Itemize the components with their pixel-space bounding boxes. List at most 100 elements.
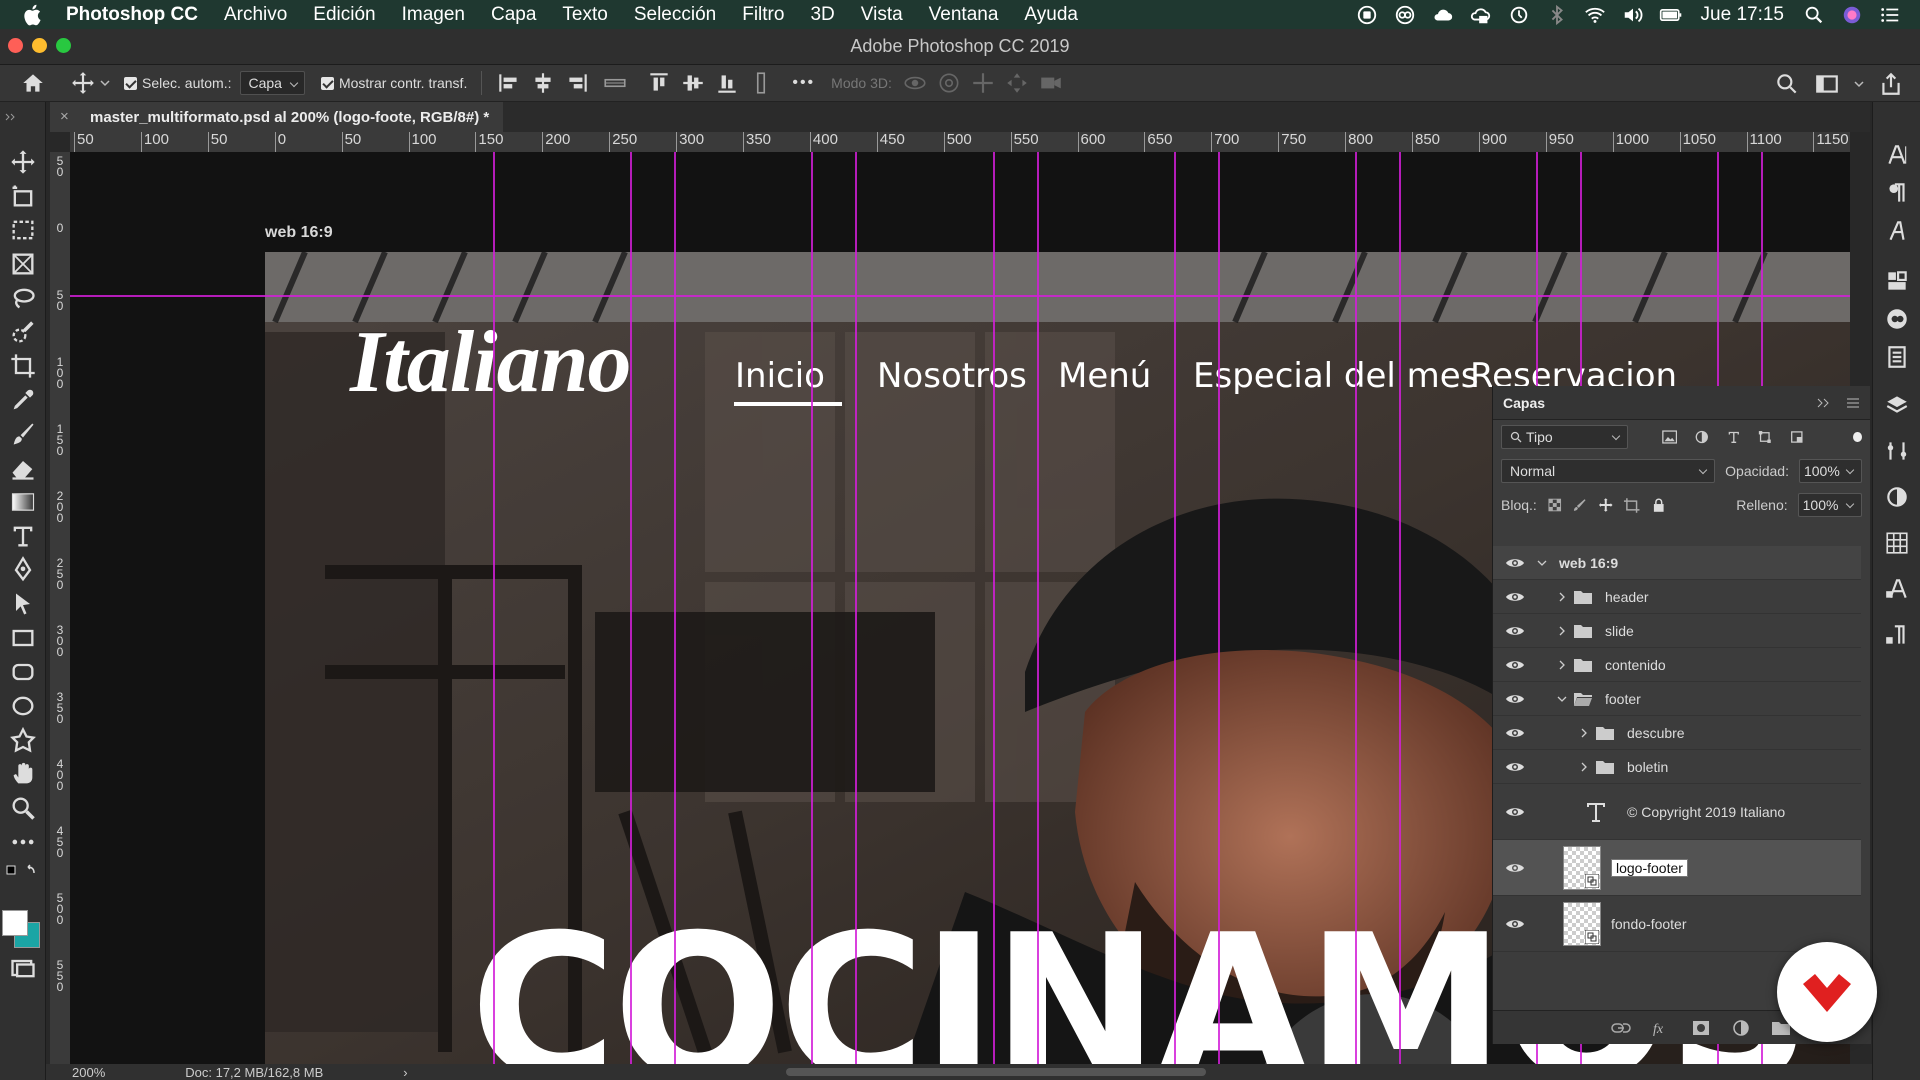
horizontal-ruler[interactable]: 50 100 50 0 50 100 150 200 250 300 350 400 450 500 550… [70,132,1850,152]
menu-seleccion[interactable]: Selección [634,4,716,26]
menu-capa[interactable]: Capa [491,4,536,26]
wifi-icon[interactable] [1583,4,1607,26]
home-icon[interactable] [20,70,46,96]
workspace-icon[interactable] [1814,71,1840,97]
minimize-window-button[interactable] [32,38,47,53]
lock-position-icon[interactable] [1598,497,1614,513]
filter-smart-object-icon[interactable] [1790,429,1804,445]
menu-imagen[interactable]: Imagen [402,4,465,26]
align-left-icon[interactable] [496,70,522,96]
layers-panel-icon[interactable] [1884,392,1910,418]
zoom-level[interactable]: 200% [72,1065,105,1080]
visibility-eye-icon[interactable] [1505,556,1525,570]
menu-clock[interactable]: Jue 17:15 [1701,4,1784,26]
layer-row-descubre[interactable]: descubre [1493,716,1861,750]
checkbox-checked-icon[interactable] [320,76,334,90]
blend-mode-dropdown[interactable]: Normal [1501,459,1716,483]
marquee-tool-icon[interactable] [9,216,37,244]
move-tool-icon[interactable] [70,70,96,96]
align-bottom-icon[interactable] [714,70,740,96]
document-tab[interactable]: × master_multiformato.psd al 200% (logo-… [50,102,504,132]
layer-name[interactable]: fondo-footer [1611,916,1687,932]
layer-name[interactable]: header [1605,589,1649,605]
bluetooth-icon[interactable] [1545,4,1569,26]
align-middle-v-icon[interactable] [680,70,706,96]
chevron-right-icon[interactable] [1579,728,1589,738]
visibility-eye-icon[interactable] [1505,624,1525,638]
horizontal-guide[interactable] [70,295,1850,297]
gradient-tool-icon[interactable] [9,488,37,516]
layer-row-slide[interactable]: slide [1493,614,1861,648]
menu-edicion[interactable]: Edición [313,4,375,26]
auto-select-checkbox[interactable]: Selec. autom.: [124,75,232,91]
visibility-eye-icon[interactable] [1505,590,1525,604]
fx-icon[interactable]: fx [1651,1019,1671,1037]
brush-tool-icon[interactable] [9,420,37,448]
chevron-right-icon[interactable] [1557,626,1567,636]
character-styles-icon[interactable] [1884,576,1910,602]
layer-name[interactable]: slide [1605,623,1634,639]
panel-menu-icon[interactable] [1846,398,1860,408]
vertical-guide[interactable] [493,152,495,1064]
spotlight-search-icon[interactable] [1802,4,1826,26]
roll-3d-icon[interactable] [936,70,962,96]
menu-filtro[interactable]: Filtro [742,4,784,26]
crop-tool-icon[interactable] [9,352,37,380]
lasso-tool-icon[interactable] [9,284,37,312]
layers-panel-title[interactable]: Capas [1503,395,1545,411]
layer-row-header[interactable]: header [1493,580,1861,614]
doc-size[interactable]: Doc: 17,2 MB/162,8 MB [185,1065,323,1080]
menu-3d[interactable]: 3D [810,4,834,26]
libraries-panel-icon[interactable] [1884,268,1910,294]
chevron-down-icon[interactable] [1557,694,1567,704]
layer-name[interactable]: footer [1605,691,1641,707]
menu-archivo[interactable]: Archivo [224,4,287,26]
share-icon[interactable] [1878,71,1904,97]
history-panel-icon[interactable] [1884,344,1910,370]
lock-transparency-icon[interactable] [1547,497,1563,513]
adjustment-icon[interactable] [1731,1019,1751,1037]
move-tool-icon[interactable] [9,148,37,176]
align-top-icon[interactable] [646,70,672,96]
layer-filter-dropdown[interactable]: Tipo [1501,425,1628,449]
vertical-guide[interactable] [855,152,857,1064]
distribute-v-icon[interactable] [748,70,774,96]
battery-icon[interactable] [1659,4,1683,26]
artboard-tool-icon[interactable] [9,182,37,210]
quick-selection-tool-icon[interactable] [9,318,37,346]
glyphs-panel-icon[interactable] [1884,218,1910,244]
chevron-down-icon[interactable] [1854,79,1864,89]
layer-thumbnail[interactable] [1563,845,1601,890]
lock-all-icon[interactable] [1651,497,1667,513]
lock-artboard-icon[interactable] [1623,497,1640,513]
zoom-window-button[interactable] [56,38,71,53]
visibility-eye-icon[interactable] [1505,805,1525,819]
default-colors-icon[interactable] [6,864,38,880]
rectangle-tool-icon[interactable] [9,624,37,652]
auto-select-dropdown[interactable]: Capa [239,71,305,95]
notification-center-icon[interactable] [1878,4,1902,26]
pen-tool-icon[interactable] [9,556,37,584]
lock-pixels-icon[interactable] [1572,497,1588,513]
swatches-panel-icon[interactable] [1884,530,1910,556]
camera-3d-icon[interactable] [1038,70,1064,96]
filter-toggle[interactable] [1853,432,1862,442]
show-transform-checkbox[interactable]: Mostrar contr. transf. [320,75,467,91]
path-selection-tool-icon[interactable] [9,590,37,618]
align-center-h-icon[interactable] [530,70,556,96]
vertical-guide[interactable] [993,152,995,1064]
cloud-icon[interactable] [1431,4,1455,26]
layer-name[interactable]: web 16:9 [1559,555,1618,571]
collapse-panel-icon[interactable] [4,112,18,122]
vertical-guide[interactable] [1174,152,1176,1064]
chevron-down-icon[interactable] [1537,558,1547,568]
menu-ayuda[interactable]: Ayuda [1024,4,1078,26]
layer-row-contenido[interactable]: contenido [1493,648,1861,682]
edit-toolbar-icon[interactable] [9,828,37,856]
search-icon[interactable] [1774,71,1800,97]
menu-texto[interactable]: Texto [562,4,607,26]
apple-icon[interactable] [20,2,46,28]
rounded-rectangle-tool-icon[interactable] [9,658,37,686]
record-icon[interactable] [1355,4,1379,26]
custom-shape-tool-icon[interactable] [9,726,37,754]
